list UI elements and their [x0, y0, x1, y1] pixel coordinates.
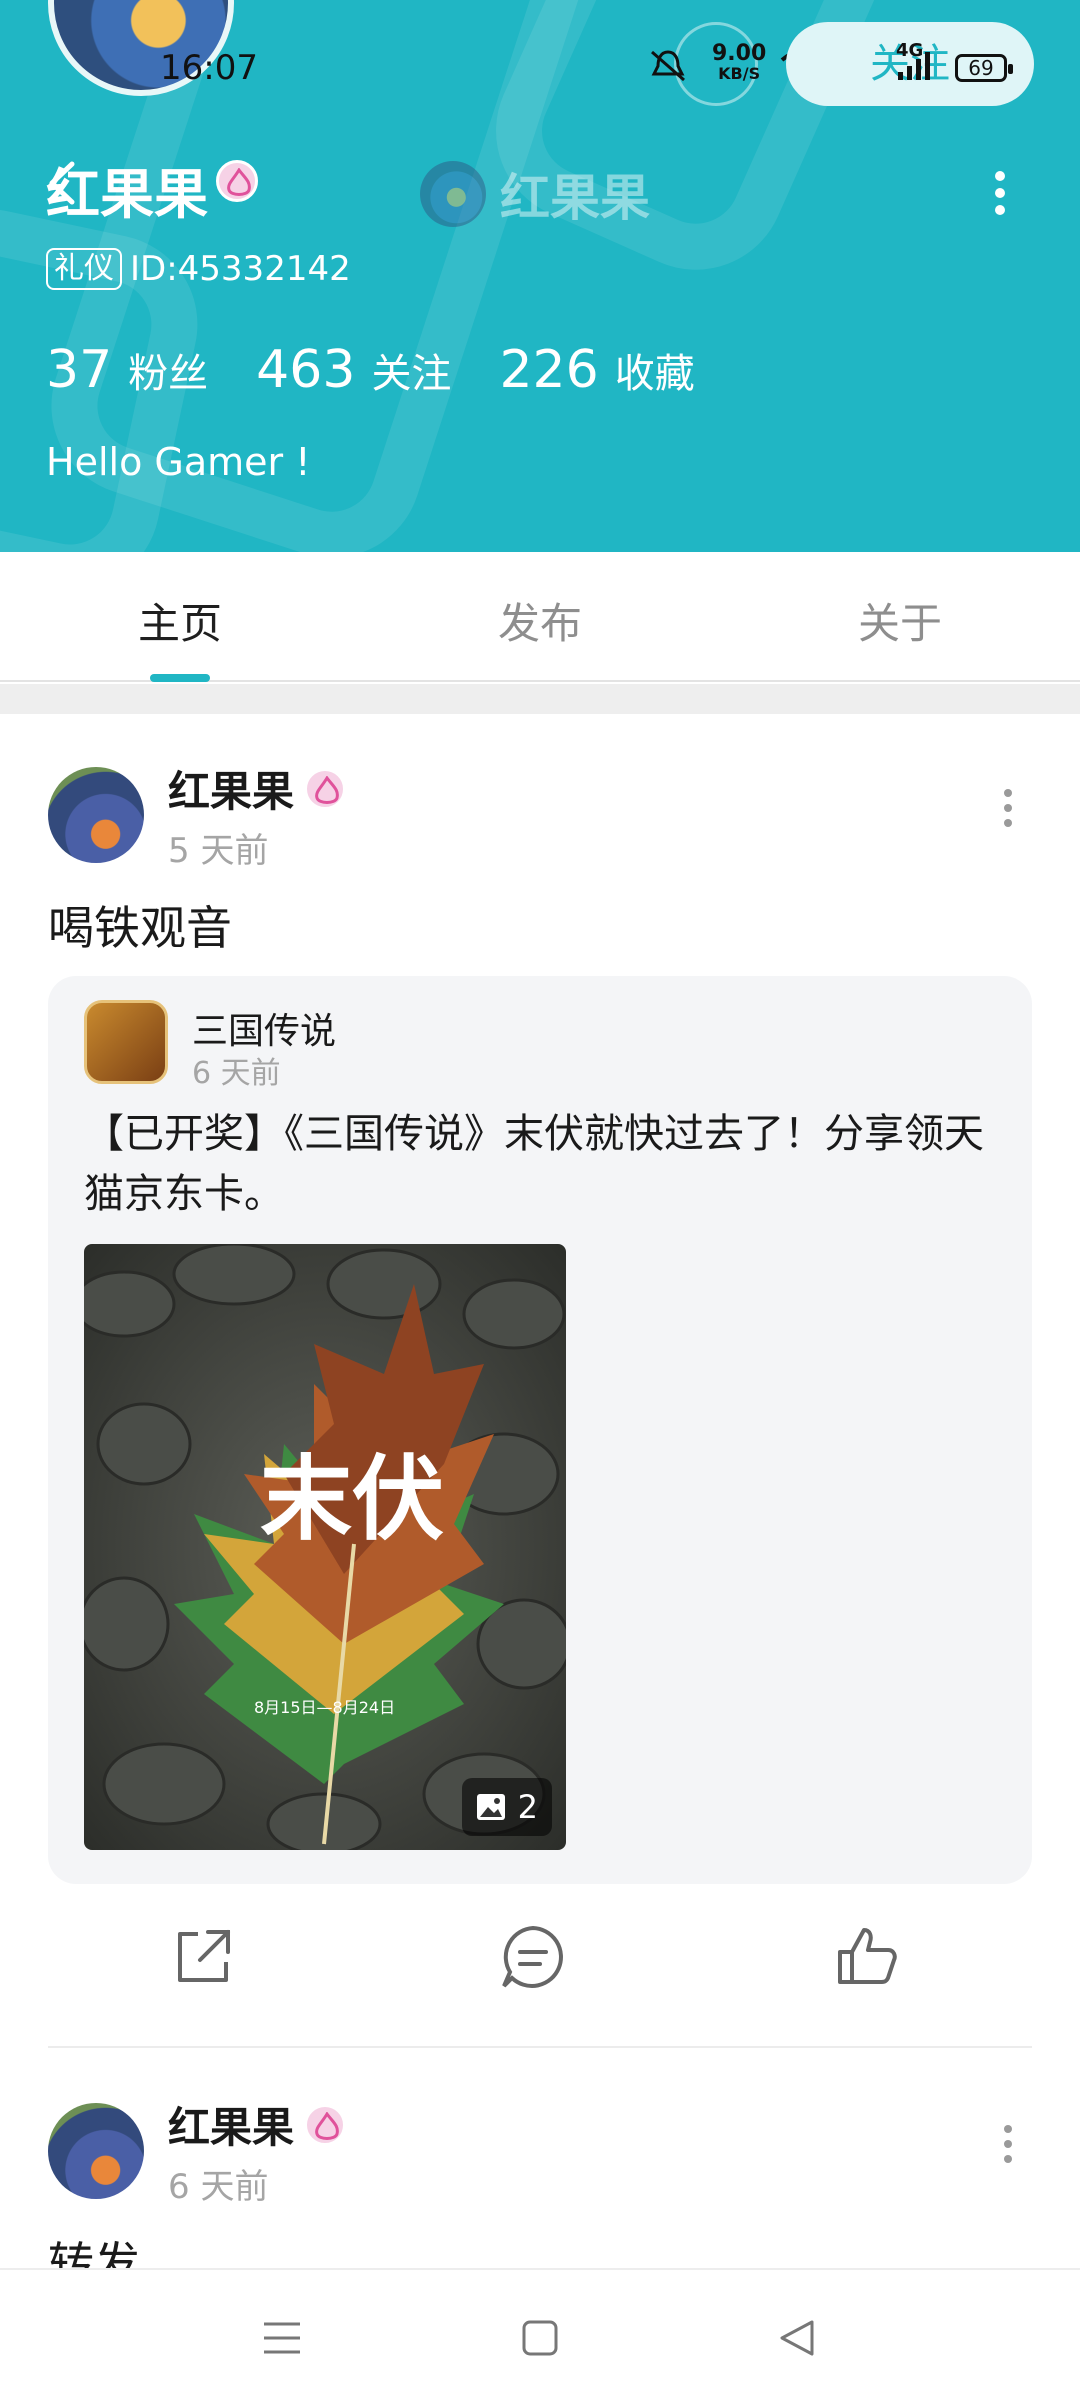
post-more-icon[interactable]	[1000, 788, 1016, 828]
post-divider	[48, 2046, 1032, 2048]
game-icon[interactable]	[84, 1000, 168, 1084]
status-time: 16:07	[160, 48, 258, 88]
stat-following[interactable]: 463 关注	[256, 340, 451, 400]
post-time: 5 天前	[168, 831, 269, 871]
signal-icon	[896, 48, 936, 90]
level-badge-icon	[216, 160, 258, 202]
home-icon[interactable]	[516, 2314, 564, 2362]
post-author[interactable]: 红果果	[168, 758, 294, 819]
post-time: 6 天前	[168, 2167, 269, 2207]
user-id: ID:45332142	[130, 249, 351, 289]
stat-number: 226	[499, 340, 599, 400]
id-row: 礼仪 ID:45332142	[46, 248, 351, 290]
post-name-row: 红果果	[168, 758, 347, 819]
post-header: 红果果 5 天前	[48, 758, 347, 872]
post-more-icon[interactable]	[1000, 2124, 1016, 2164]
battery-icon: 69	[955, 54, 1013, 82]
center-title-text: 红果果	[500, 169, 650, 227]
mini-avatar	[420, 161, 486, 227]
status-bar: 16:07 9.00 KB/S HD 关注 4G 69	[0, 0, 1080, 130]
tab-home[interactable]: 主页	[138, 590, 222, 651]
post-avatar[interactable]	[48, 767, 144, 863]
etiquette-tag: 礼仪	[46, 248, 122, 290]
image-gallery-icon	[476, 1794, 505, 1820]
repost-source-time: 6 天前	[192, 1056, 281, 1091]
back-icon[interactable]	[774, 2314, 822, 2362]
image-count: 2	[517, 1788, 538, 1826]
stat-label: 关注	[371, 351, 452, 397]
post-author[interactable]: 红果果	[168, 2094, 294, 2155]
profile-stats: 37 粉丝 463 关注 226 收藏	[46, 340, 695, 400]
net-speed-value: 9.00	[712, 41, 767, 66]
post-actions	[0, 1922, 1080, 2012]
tab-posts[interactable]: 发布	[498, 590, 582, 651]
profile-bio: Hello Gamer !	[46, 440, 311, 484]
post-meta: 红果果 5 天前	[168, 758, 347, 872]
repost-image[interactable]: 末伏 8月15日—8月24日 2	[84, 1244, 566, 1850]
repost-source-name[interactable]: 三国传说	[192, 1002, 336, 1054]
stat-number: 37	[46, 340, 113, 400]
stat-favorites[interactable]: 226 收藏	[499, 340, 694, 400]
profile-header: 16:07 9.00 KB/S HD 关注 4G 69 红果果 红果果 礼仪	[0, 0, 1080, 552]
profile-name: 红果果	[46, 163, 208, 226]
section-gap	[0, 684, 1080, 714]
repost-card[interactable]: 三国传说 6 天前 【已开奖】《三国传说》末伏就快过去了！分享领天猫京东卡。 末…	[48, 976, 1032, 1884]
repost-text: 【已开奖】《三国传说》末伏就快过去了！分享领天猫京东卡。	[84, 1111, 984, 1217]
more-options-icon[interactable]	[990, 170, 1010, 216]
like-icon[interactable]	[832, 1922, 902, 1992]
header-center-title: 红果果	[420, 158, 650, 230]
post-text: 喝铁观音	[48, 901, 232, 955]
post-header: 红果果 6 天前	[48, 2094, 347, 2208]
comment-icon[interactable]	[498, 1922, 568, 1992]
image-title: 末伏	[260, 1445, 445, 1553]
image-count-badge: 2	[461, 1778, 552, 1836]
stat-label: 粉丝	[128, 351, 209, 397]
stat-label: 收藏	[614, 351, 695, 397]
post-meta: 红果果 6 天前	[168, 2094, 347, 2208]
image-caption: 8月15日—8月24日	[254, 1698, 396, 1717]
level-badge-icon	[304, 2103, 347, 2146]
tab-indicator	[150, 674, 210, 682]
stat-fans[interactable]: 37 粉丝	[46, 340, 208, 400]
tab-about[interactable]: 关于	[858, 590, 942, 651]
net-speed-unit: KB/S	[718, 64, 761, 83]
stat-number: 463	[256, 340, 356, 400]
post-name-row: 红果果	[168, 2094, 347, 2155]
net-speed: 9.00 KB/S	[712, 41, 767, 84]
profile-tabs: 主页 发布 关于	[0, 552, 1080, 682]
post-avatar[interactable]	[48, 2103, 144, 2199]
share-icon[interactable]	[168, 1922, 238, 1992]
menu-icon[interactable]	[258, 2314, 306, 2362]
system-nav-bar	[0, 2268, 1080, 2400]
level-badge-icon	[304, 767, 347, 810]
mute-icon	[648, 48, 688, 92]
